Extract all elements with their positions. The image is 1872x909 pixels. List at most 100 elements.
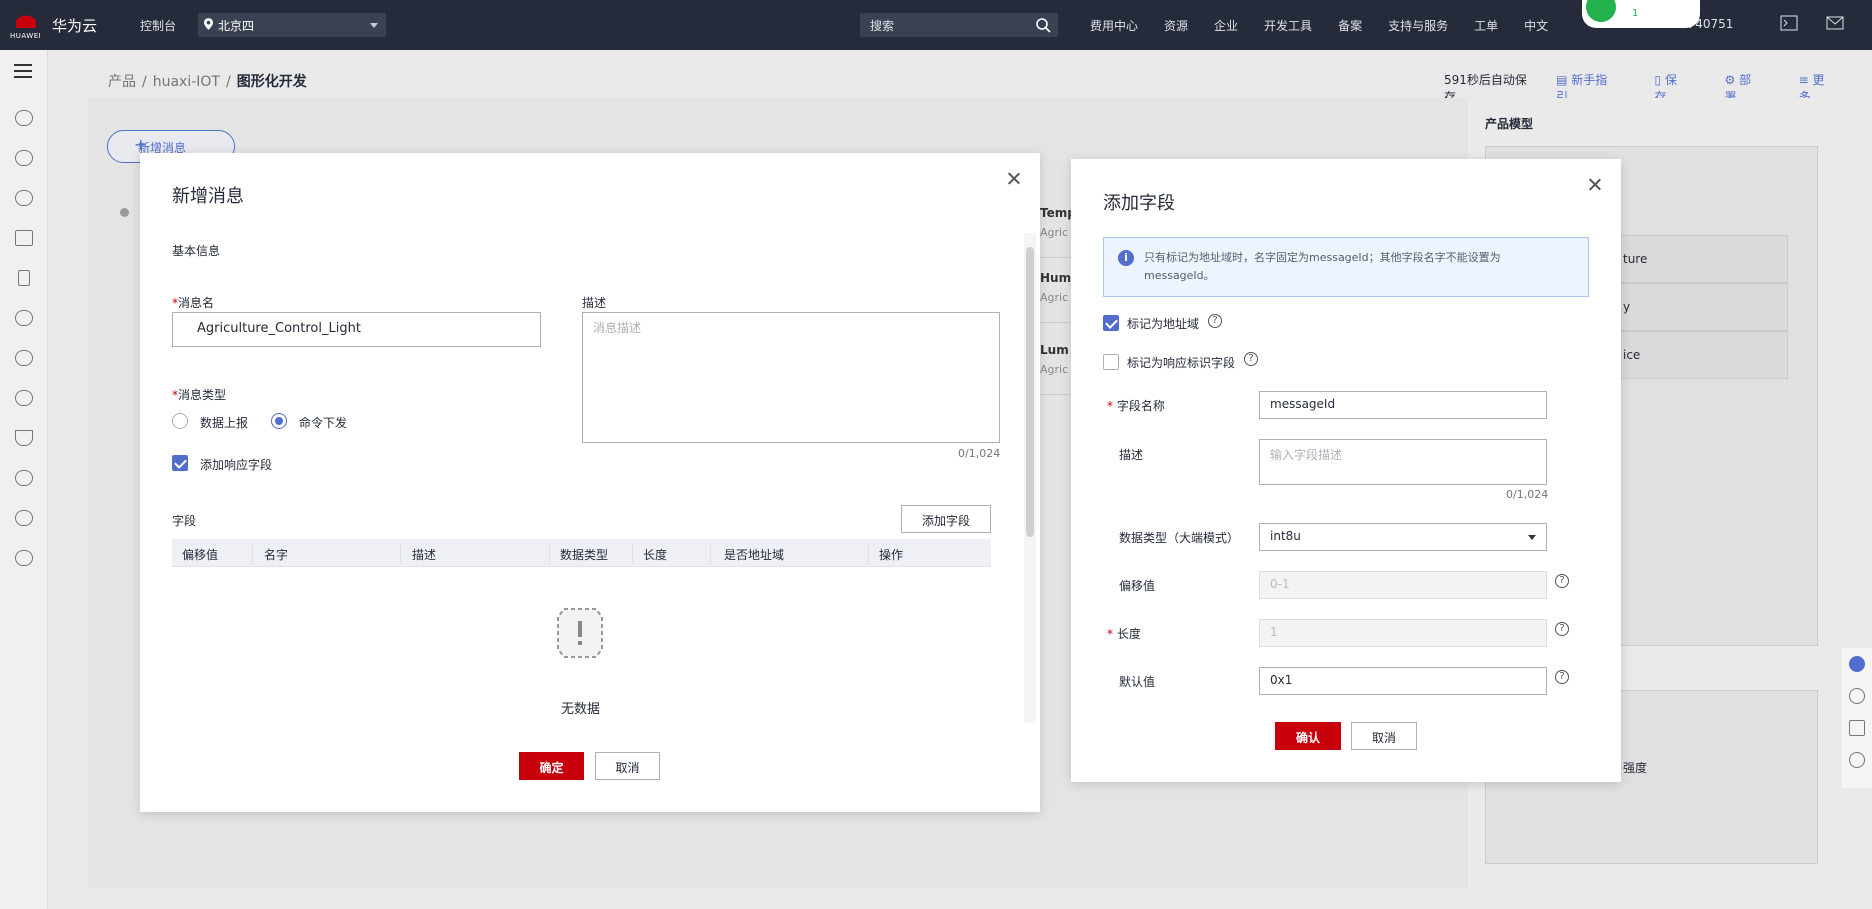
- cloud-icon[interactable]: [15, 310, 33, 326]
- description-label: 描述: [582, 296, 607, 310]
- mark-response-id-checkbox[interactable]: [1103, 354, 1119, 370]
- chevron-down-icon: [370, 23, 378, 32]
- col-length: 长度: [643, 548, 668, 562]
- default-value-input[interactable]: 0x1: [1259, 667, 1547, 695]
- info-alert: i 只有标记为地址域时，名字固定为messageId；其他字段名字不能设置为me…: [1103, 237, 1589, 297]
- product-model-title: 产品模型: [1485, 117, 1534, 131]
- top-nav: 费用中心 资源 企业 开发工具 备案 支持与服务 工单 中文: [1090, 17, 1574, 34]
- description-counter: 0/1,024: [958, 447, 1001, 460]
- nav-filing[interactable]: 备案: [1338, 17, 1362, 34]
- confirm-button[interactable]: 确定: [519, 752, 584, 780]
- card-sub: Agric: [1040, 291, 1069, 304]
- canvas-card[interactable]: Hum Agric: [1040, 263, 1071, 323]
- mail-icon[interactable]: [1826, 15, 1844, 31]
- ip-icon[interactable]: [15, 470, 33, 486]
- help-icon[interactable]: ?: [1555, 622, 1569, 636]
- network-icon[interactable]: [15, 230, 33, 246]
- nav-tickets[interactable]: 工单: [1474, 17, 1498, 34]
- breadcrumb-separator: /: [225, 74, 231, 90]
- cancel-button[interactable]: 取消: [595, 752, 660, 780]
- breadcrumb-project[interactable]: huaxi-IOT: [153, 74, 220, 90]
- search-icon[interactable]: [1035, 17, 1051, 33]
- data-type-select[interactable]: int8u: [1259, 523, 1547, 551]
- nav-support[interactable]: 支持与服务: [1388, 17, 1448, 34]
- length-input: 1: [1259, 619, 1547, 647]
- nav-resources[interactable]: 资源: [1164, 17, 1188, 34]
- globe-icon[interactable]: [15, 550, 33, 566]
- radio-data-report-label[interactable]: 数据上报: [200, 414, 248, 431]
- help-icon[interactable]: [1849, 688, 1865, 704]
- radio-data-report[interactable]: [172, 413, 188, 429]
- customer-service-icon[interactable]: [1849, 656, 1865, 672]
- field-cancel-button[interactable]: 取消: [1351, 722, 1417, 750]
- wifi-icon: [1586, 0, 1616, 22]
- col-offset: 偏移值: [182, 548, 219, 562]
- close-icon[interactable]: [1587, 177, 1603, 193]
- floating-tools: [1842, 648, 1872, 788]
- nav-devtools[interactable]: 开发工具: [1264, 17, 1312, 34]
- huawei-logo[interactable]: HUAWEI: [10, 10, 42, 40]
- radio-command-send-label[interactable]: 命令下发: [299, 414, 347, 431]
- col-description: 描述: [412, 548, 437, 562]
- cloud-settings-icon[interactable]: [15, 350, 33, 366]
- console-link[interactable]: 控制台: [140, 17, 176, 34]
- terminal-icon[interactable]: [1780, 15, 1798, 31]
- help-icon[interactable]: ?: [1555, 670, 1569, 684]
- message-name-input[interactable]: Agriculture_Control_Light: [172, 312, 541, 347]
- help-icon[interactable]: ?: [1244, 352, 1258, 366]
- mark-address-label[interactable]: 标记为地址域: [1127, 315, 1199, 332]
- data-type-value: int8u: [1270, 529, 1301, 543]
- message-description-textarea[interactable]: 消息描述: [582, 312, 1000, 443]
- nav-language[interactable]: 中文: [1524, 17, 1548, 34]
- field-confirm-button[interactable]: 确认: [1275, 722, 1341, 750]
- breadcrumb-products[interactable]: 产品: [108, 74, 136, 90]
- storage-icon[interactable]: [18, 270, 30, 286]
- length-label: * 长度: [1107, 627, 1141, 641]
- col-divider: [549, 543, 550, 563]
- add-field-button[interactable]: 添加字段: [901, 505, 991, 533]
- chevron-down-icon: [1528, 535, 1536, 544]
- region-selector[interactable]: 北京四: [198, 13, 386, 37]
- help-icon[interactable]: ?: [1208, 314, 1222, 328]
- mark-response-id-label[interactable]: 标记为响应标识字段: [1127, 354, 1235, 371]
- offset-label: 偏移值: [1119, 579, 1156, 593]
- left-sidebar: [0, 50, 48, 909]
- scrollbar-thumb[interactable]: [1026, 247, 1034, 537]
- field-name-input[interactable]: messageId: [1259, 391, 1547, 419]
- length-label-text: 长度: [1116, 627, 1141, 641]
- close-icon[interactable]: [1006, 171, 1022, 187]
- col-is-address: 是否地址域: [724, 548, 785, 562]
- brand-name[interactable]: 华为云: [52, 15, 97, 36]
- dialog-scrollbar[interactable]: [1024, 233, 1036, 723]
- add-response-label[interactable]: 添加响应字段: [200, 456, 272, 473]
- add-response-checkbox[interactable]: [172, 455, 188, 471]
- logo-text: HUAWEI: [10, 32, 42, 40]
- cloud-service-icon[interactable]: [15, 110, 33, 126]
- search-placeholder: 搜索: [870, 19, 895, 33]
- nav-billing[interactable]: 费用中心: [1090, 17, 1138, 34]
- cloud-upload-icon[interactable]: [15, 150, 33, 166]
- field-description-counter: 0/1,024: [1506, 488, 1549, 501]
- smile-icon[interactable]: [1849, 752, 1865, 768]
- col-actions: 操作: [879, 548, 904, 562]
- global-search-input[interactable]: 搜索: [860, 13, 1058, 37]
- anchor-icon[interactable]: [15, 430, 33, 446]
- huawei-flower-icon: [16, 10, 36, 28]
- cloud-check-icon[interactable]: [15, 390, 33, 406]
- message-type-label-text: 消息类型: [178, 388, 227, 402]
- card-sub: Agric: [1040, 363, 1069, 376]
- help-icon[interactable]: ?: [1555, 574, 1569, 588]
- radio-command-send[interactable]: [271, 413, 287, 429]
- cluster-icon[interactable]: [15, 510, 33, 526]
- server-icon[interactable]: [15, 190, 33, 206]
- dialog-title: 添加字段: [1103, 193, 1175, 214]
- feedback-icon[interactable]: [1849, 720, 1865, 736]
- field-description-textarea[interactable]: 输入字段描述: [1259, 439, 1547, 485]
- card-sub: Agric: [1040, 226, 1069, 239]
- mark-address-checkbox[interactable]: [1103, 315, 1119, 331]
- canvas-card[interactable]: Lum Agric: [1040, 335, 1070, 395]
- hamburger-menu-icon[interactable]: [14, 64, 32, 78]
- col-divider: [252, 543, 253, 563]
- canvas-card[interactable]: Temp Agric: [1040, 198, 1076, 258]
- nav-enterprise[interactable]: 企业: [1214, 17, 1238, 34]
